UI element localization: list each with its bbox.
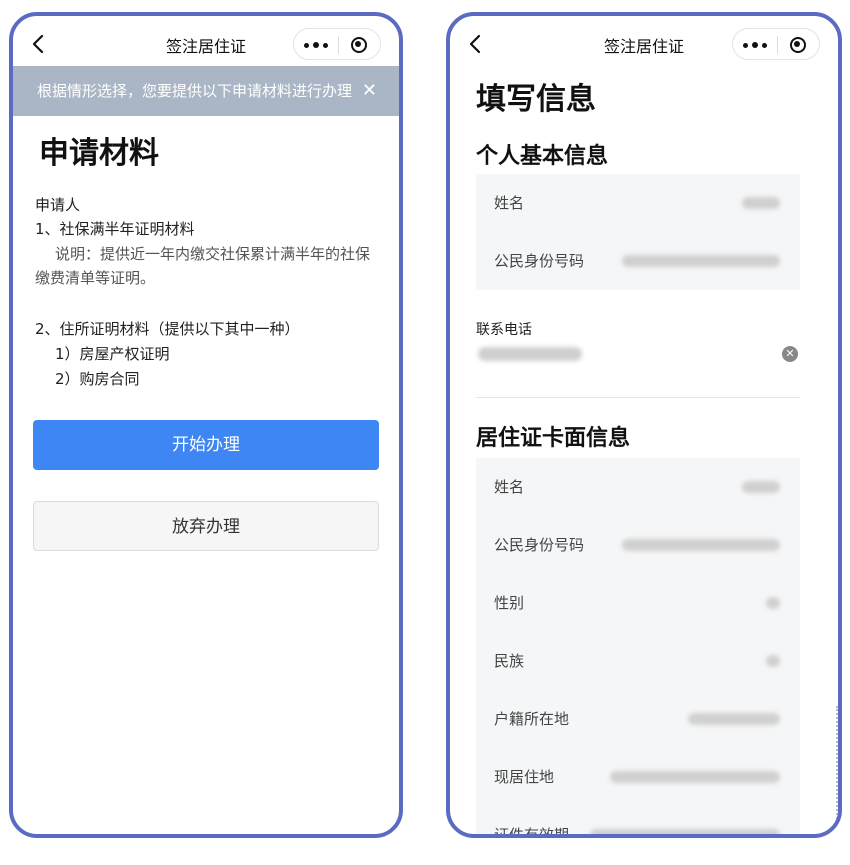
field-label: 姓名 bbox=[494, 194, 525, 212]
card-row-validity: 证件有效期 bbox=[476, 806, 800, 838]
field-label: 户籍所在地 bbox=[494, 710, 570, 728]
card-row-name: 姓名 bbox=[476, 458, 800, 516]
item2-option1: 1）房屋产权证明 bbox=[55, 345, 170, 363]
card-info-panel: 姓名 公民身份号码 性别 民族 户籍所在地 现居住地 证件有效期 bbox=[476, 458, 800, 838]
item1-note-line1: 说明：提供近一年内缴交社保累计满半年的社保 bbox=[55, 245, 371, 263]
redacted-value bbox=[742, 197, 780, 209]
redacted-value bbox=[622, 255, 780, 267]
field-label: 民族 bbox=[494, 652, 525, 670]
left-phone-screen: 签注居住证 根据情形选择，您要提供以下申请材料进行办理 ✕ 申请材料 申请人 1… bbox=[9, 12, 403, 838]
capsule-divider bbox=[777, 36, 778, 54]
section-title-card: 居住证卡面信息 bbox=[476, 426, 631, 451]
close-icon[interactable]: ✕ bbox=[362, 66, 377, 116]
redacted-value bbox=[622, 539, 780, 551]
contact-label: 联系电话 bbox=[476, 322, 532, 338]
field-label: 公民身份号码 bbox=[494, 536, 585, 554]
start-button[interactable]: 开始办理 bbox=[33, 420, 379, 470]
redacted-value bbox=[590, 829, 780, 834]
right-phone-screen: 签注居住证 填写信息 个人基本信息 姓名 公民身份号码 联系电话 ✕ 居住证卡面… bbox=[446, 12, 842, 838]
title-bar: 签注居住证 bbox=[13, 16, 399, 70]
field-label: 性别 bbox=[494, 594, 525, 612]
abandon-button[interactable]: 放弃办理 bbox=[33, 501, 379, 551]
field-row-id: 公民身份号码 bbox=[476, 232, 800, 290]
personal-info-panel: 姓名 公民身份号码 bbox=[476, 174, 800, 290]
field-label: 现居住地 bbox=[494, 768, 555, 786]
notice-banner: 根据情形选择，您要提供以下申请材料进行办理 ✕ bbox=[13, 66, 399, 116]
item1-title: 1、社保满半年证明材料 bbox=[35, 220, 195, 238]
applicant-label: 申请人 bbox=[35, 196, 81, 214]
menu-capsule bbox=[293, 28, 381, 60]
page-title: 申请材料 bbox=[39, 136, 159, 171]
more-dots-icon[interactable] bbox=[743, 35, 769, 53]
item2-option2: 2）购房合同 bbox=[55, 370, 140, 388]
contact-input[interactable] bbox=[478, 347, 582, 361]
menu-capsule bbox=[732, 28, 820, 60]
redacted-value bbox=[766, 597, 780, 609]
section-title-personal: 个人基本信息 bbox=[476, 144, 609, 169]
redacted-value bbox=[742, 481, 780, 493]
card-row-address: 现居住地 bbox=[476, 748, 800, 806]
target-circle-icon[interactable] bbox=[788, 35, 808, 55]
card-row-ethnicity: 民族 bbox=[476, 632, 800, 690]
more-dots-icon[interactable] bbox=[304, 35, 330, 53]
item2-title: 2、住所证明材料（提供以下其中一种） bbox=[35, 320, 300, 338]
banner-text: 根据情形选择，您要提供以下申请材料进行办理 bbox=[37, 82, 353, 100]
capsule-divider bbox=[338, 36, 339, 54]
redacted-value bbox=[766, 655, 780, 667]
field-label: 证件有效期 bbox=[494, 826, 570, 838]
scrollbar[interactable] bbox=[836, 706, 838, 826]
field-row-name: 姓名 bbox=[476, 174, 800, 232]
card-row-id: 公民身份号码 bbox=[476, 516, 800, 574]
title-bar: 签注居住证 bbox=[450, 16, 838, 70]
item1-note-line2: 缴费清单等证明。 bbox=[35, 269, 156, 287]
card-row-gender: 性别 bbox=[476, 574, 800, 632]
field-label: 姓名 bbox=[494, 478, 525, 496]
section-divider bbox=[476, 397, 800, 398]
page-title: 填写信息 bbox=[476, 82, 596, 117]
redacted-value bbox=[610, 771, 780, 783]
field-label: 公民身份号码 bbox=[494, 252, 585, 270]
redacted-value bbox=[688, 713, 780, 725]
clear-circle-icon[interactable]: ✕ bbox=[782, 346, 798, 362]
target-circle-icon[interactable] bbox=[349, 35, 369, 55]
card-row-household: 户籍所在地 bbox=[476, 690, 800, 748]
